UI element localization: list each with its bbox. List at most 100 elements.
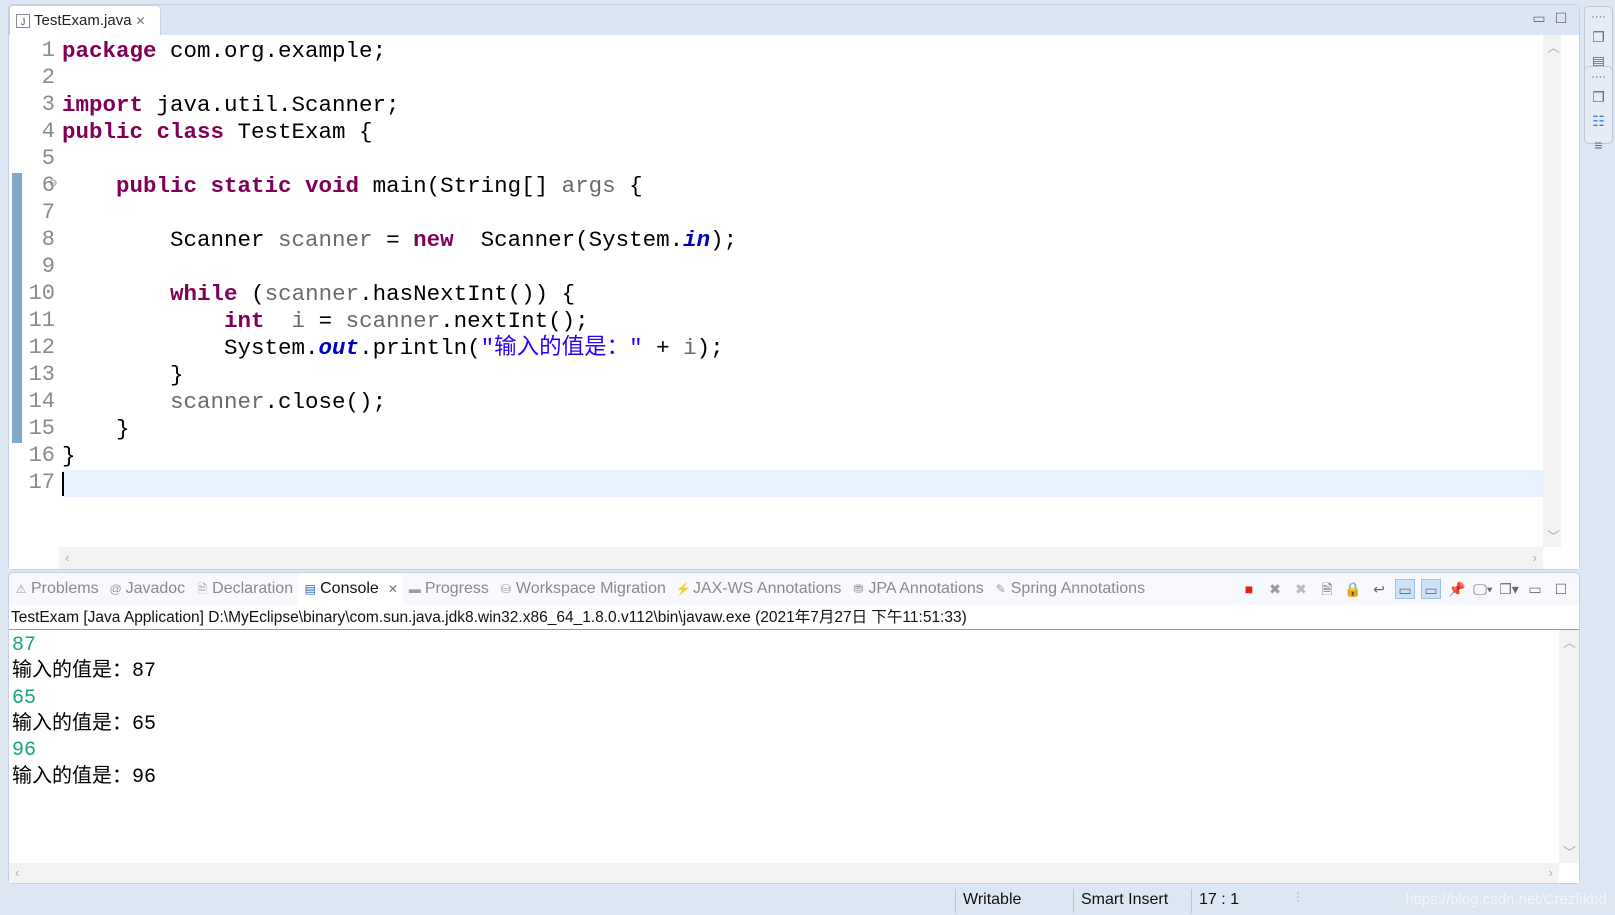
code-token: } — [62, 443, 76, 469]
minimize-icon[interactable]: ▭ — [1525, 579, 1545, 599]
jpa-icon: ⛃ — [853, 582, 864, 596]
console-vertical-scrollbar[interactable]: ︿ ﹀ — [1559, 630, 1579, 863]
code-token: System. — [62, 335, 319, 361]
code-token: = — [372, 227, 414, 253]
line-number: 12 — [28, 335, 55, 360]
restore-icon[interactable]: ❐ — [1589, 27, 1609, 47]
code-token: com.org.example; — [170, 38, 387, 64]
show-on-stdout-icon[interactable]: ▭ — [1395, 579, 1415, 599]
line-number: 9 — [41, 254, 55, 279]
code-token: static — [210, 173, 306, 199]
line-number: 14 — [28, 389, 55, 414]
code-line: } — [62, 443, 76, 470]
code-editor[interactable]: 1 2 3 4 5 6 7 8 9 10 11 12 13 14 15 16 17 ⊖ package com.o… — [9, 35, 1579, 569]
code-token: Scanner(System. — [467, 227, 684, 253]
line-number: 11 — [28, 308, 55, 333]
at-icon: @ — [109, 582, 122, 596]
declaration-icon: 🗎 — [197, 582, 207, 596]
code-line: while (scanner.hasNextInt()) { — [62, 281, 575, 308]
maximize-icon[interactable]: ☐ — [1551, 8, 1571, 28]
line-number: 3 — [41, 92, 55, 117]
tab-testexam-java[interactable]: J TestExam.java ✕ — [9, 5, 161, 35]
code-token: TestExam { — [237, 119, 373, 145]
editor-tab-bar: J TestExam.java ✕ ▭ ☐ — [9, 5, 1579, 35]
code-token: + — [642, 335, 684, 361]
display-console-icon[interactable]: 🖵▾ — [1473, 579, 1493, 599]
tab-progress[interactable]: ▬ Progress — [403, 573, 494, 605]
code-token: { — [615, 173, 643, 199]
minimize-icon[interactable]: ▭ — [1529, 8, 1549, 28]
jaxws-icon: ⚡ — [675, 582, 691, 596]
console-horizontal-scrollbar[interactable]: ‹ › — [9, 863, 1559, 883]
line-number: 17 — [28, 470, 55, 495]
status-insert-mode: Smart Insert — [1073, 889, 1191, 913]
console-header: TestExam [Java Application] D:\MyEclipse… — [9, 605, 1579, 630]
watermark: https://blog.csdn.net/Crezfikbd — [1405, 891, 1607, 908]
tab-workspace-migration[interactable]: ⛁ Workspace Migration — [494, 573, 671, 605]
tab-label: JAX-WS Annotations — [692, 580, 842, 597]
tab-label: Console — [320, 580, 379, 597]
change-bar — [12, 173, 22, 443]
code-token: void — [305, 173, 373, 199]
console-output-line: 输入的值是：87 — [12, 660, 157, 684]
tab-declaration[interactable]: 🗎 Declaration — [190, 573, 298, 605]
code-token: scanner — [345, 308, 441, 334]
tab-jpa-annotations[interactable]: ⛃ JPA Annotations — [846, 573, 988, 605]
tab-label: Progress — [424, 580, 489, 597]
word-wrap-icon[interactable]: ↩ — [1369, 579, 1389, 599]
outline-icon[interactable]: ≡ — [1589, 135, 1609, 155]
hierarchy-icon[interactable]: ☷ — [1589, 111, 1609, 131]
tab-spring-annotations[interactable]: ✎ Spring Annotations — [989, 573, 1150, 605]
status-bar: Writable Smart Insert 17 : 1 ⋮ — [0, 884, 1615, 915]
editor-panel: J TestExam.java ✕ ▭ ☐ 1 2 3 4 5 6 7 8 9 10 11 12 13 1… — [8, 4, 1580, 570]
close-icon[interactable]: ✕ — [136, 14, 146, 28]
tab-label: Javadoc — [125, 580, 186, 597]
clear-console-icon[interactable]: 🗎 — [1317, 579, 1337, 599]
bottom-panel: ⚠ Problems @ Javadoc 🗎 Declaration ▤ Console ✕ ▬ P… — [8, 572, 1580, 884]
console-output-line: 输入的值是：65 — [12, 712, 157, 736]
line-number: 1 — [41, 38, 55, 63]
code-token: ); — [696, 335, 724, 361]
tab-javadoc[interactable]: @ Javadoc — [104, 573, 191, 605]
terminate-icon[interactable]: ■ — [1239, 579, 1259, 599]
maximize-icon[interactable]: ☐ — [1551, 579, 1571, 599]
vertical-scrollbar[interactable]: ︿ ﹀ — [1543, 35, 1561, 547]
console-view[interactable]: TestExam [Java Application] D:\MyEclipse… — [9, 605, 1579, 883]
migration-icon: ⛁ — [500, 582, 511, 596]
show-on-stderr-icon[interactable]: ▭ — [1421, 579, 1441, 599]
code-token: ); — [710, 227, 738, 253]
fold-icon[interactable]: ⊖ — [49, 178, 57, 189]
scroll-lock-icon[interactable]: 🔒 — [1343, 579, 1363, 599]
restore-icon[interactable]: ❐ — [1589, 87, 1609, 107]
tab-problems[interactable]: ⚠ Problems — [9, 573, 104, 605]
line-number: 10 — [28, 281, 55, 306]
horizontal-scrollbar[interactable]: ‹ › — [59, 547, 1543, 569]
close-icon[interactable]: ✕ — [388, 582, 398, 596]
java-file-icon: J — [16, 13, 30, 28]
tab-label: Declaration — [212, 580, 294, 597]
remove-all-icon[interactable]: ✖ — [1291, 579, 1311, 599]
dots-icon: ···· — [1591, 71, 1606, 83]
tab-label: Workspace Migration — [515, 580, 666, 597]
console-output-line: 输入的值是：96 — [12, 765, 157, 789]
tab-label: JPA Annotations — [868, 580, 984, 597]
line-number: 13 — [28, 362, 55, 387]
code-token: args — [561, 173, 616, 199]
status-cursor-position: 17 : 1 — [1191, 889, 1291, 913]
pin-console-icon[interactable]: 📌 — [1447, 579, 1467, 599]
tab-console[interactable]: ▤ Console ✕ — [298, 573, 403, 605]
open-console-icon[interactable]: ❐▾ — [1499, 579, 1519, 599]
code-line: public static void main(String[] args { — [62, 173, 643, 200]
tab-jax-ws-annotations[interactable]: ⚡ JAX-WS Annotations — [671, 573, 847, 605]
code-token: i — [278, 308, 306, 334]
code-line: import java.util.Scanner; — [62, 92, 400, 119]
remove-launch-icon[interactable]: ✖ — [1265, 579, 1285, 599]
code-line: int i = scanner.nextInt(); — [62, 308, 589, 335]
code-token: .close(); — [264, 389, 387, 415]
code-token: Scanner — [62, 227, 279, 253]
text-caret — [62, 472, 64, 496]
console-icon: ▤ — [304, 582, 316, 596]
